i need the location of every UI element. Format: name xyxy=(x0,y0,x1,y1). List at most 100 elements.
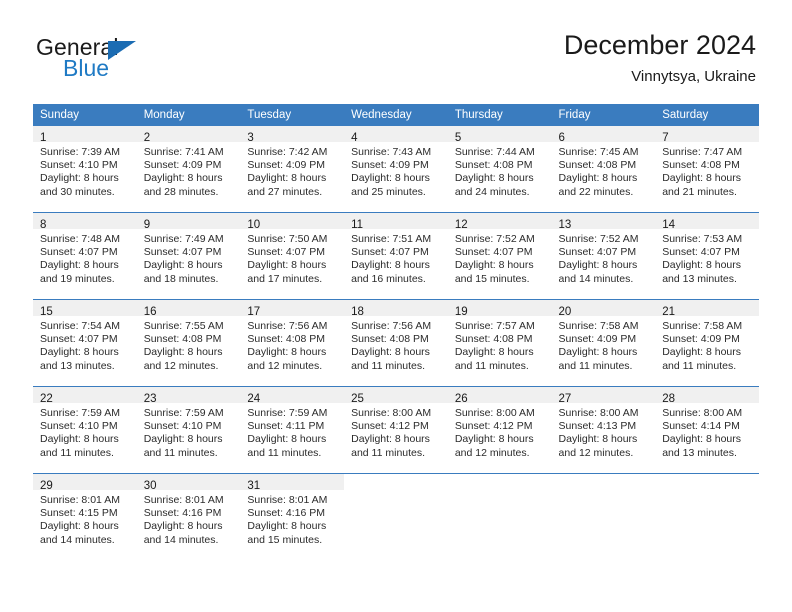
day-cell-details: Sunrise: 7:56 AM Sunset: 4:08 PM Daylight:… xyxy=(240,316,344,373)
sunset-text: Sunset: 4:09 PM xyxy=(351,159,429,172)
sunrise-text: Sunrise: 7:50 AM xyxy=(247,233,328,245)
daylight-text-line1: Daylight: 8 hours xyxy=(40,346,119,359)
sunset-text: Sunset: 4:07 PM xyxy=(351,246,429,259)
calendar-day-cell[interactable]: 22 Sunrise: 7:59 AM Sunset: 4:10 PM Dayligh… xyxy=(33,386,137,474)
day-cell-inner: 9 Sunrise: 7:49 AM Sunset: 4:07 PM Daylight… xyxy=(136,213,241,299)
daylight-text-line2: and 11 minutes. xyxy=(558,359,633,372)
calendar-day-cell[interactable]: 31 Sunrise: 8:01 AM Sunset: 4:16 PM Dayligh… xyxy=(240,473,345,560)
sunrise-text: Sunrise: 8:01 AM xyxy=(247,494,328,506)
daylight-text-line2: and 15 minutes. xyxy=(454,272,530,285)
day-cell-inner: 31 Sunrise: 8:01 AM Sunset: 4:16 PM Dayligh… xyxy=(240,474,345,560)
calendar-day-cell[interactable]: 17 Sunrise: 7:56 AM Sunset: 4:08 PM Dayligh… xyxy=(240,299,345,387)
calendar-day-cell[interactable]: 25 Sunrise: 8:00 AM Sunset: 4:12 PM Dayligh… xyxy=(344,386,448,474)
day-number: 13 xyxy=(558,219,572,231)
calendar-day-cell[interactable]: 2 Sunrise: 7:41 AM Sunset: 4:09 PM Daylight… xyxy=(136,126,241,213)
day-cell-details: Sunrise: 8:00 AM Sunset: 4:14 PM Daylight:… xyxy=(655,403,759,460)
day-cell-details: Sunrise: 7:58 AM Sunset: 4:09 PM Daylight:… xyxy=(655,316,759,373)
daylight-text-line1: Daylight: 8 hours xyxy=(662,259,742,272)
day-cell-details: Sunrise: 7:44 AM Sunset: 4:08 PM Daylight:… xyxy=(448,142,552,199)
brand-logo[interactable]: General Blue xyxy=(36,34,256,90)
day-cell-inner: 12 Sunrise: 7:52 AM Sunset: 4:07 PM Dayligh… xyxy=(447,213,552,299)
calendar-day-cell[interactable]: 9 Sunrise: 7:49 AM Sunset: 4:07 PM Daylight… xyxy=(136,212,241,300)
day-number-band: 1 xyxy=(33,126,137,144)
day-cell-details: Sunrise: 7:59 AM Sunset: 4:11 PM Daylight:… xyxy=(240,403,344,460)
day-number: 1 xyxy=(40,132,47,144)
calendar-day-cell[interactable]: 18 Sunrise: 7:56 AM Sunset: 4:08 PM Dayligh… xyxy=(344,299,448,387)
calendar-day-cell[interactable]: 5 Sunrise: 7:44 AM Sunset: 4:08 PM Daylight… xyxy=(447,126,552,213)
calendar-day-cell[interactable]: 15 Sunrise: 7:54 AM Sunset: 4:07 PM Dayligh… xyxy=(33,299,137,387)
calendar-cell-empty xyxy=(551,473,656,560)
day-number: 26 xyxy=(454,393,468,405)
sunrise-text: Sunrise: 7:58 AM xyxy=(662,320,743,332)
daylight-text-line1: Daylight: 8 hours xyxy=(662,172,742,185)
calendar-week-row: 22 Sunrise: 7:59 AM Sunset: 4:10 PM Dayligh… xyxy=(33,386,759,474)
day-cell-details: Sunrise: 7:47 AM Sunset: 4:08 PM Daylight:… xyxy=(655,142,759,199)
day-cell-details: Sunrise: 7:59 AM Sunset: 4:10 PM Daylight:… xyxy=(137,403,241,460)
day-number-band: 10 xyxy=(240,213,345,231)
daylight-text-line1: Daylight: 8 hours xyxy=(143,259,223,272)
daylight-text-line2: and 12 minutes. xyxy=(247,359,323,372)
day-number-band: 3 xyxy=(240,126,345,144)
day-cell-inner: 10 Sunrise: 7:50 AM Sunset: 4:07 PM Dayligh… xyxy=(240,213,345,299)
calendar-day-cell[interactable]: 29 Sunrise: 8:01 AM Sunset: 4:15 PM Dayligh… xyxy=(33,473,137,560)
daylight-text-line2: and 15 minutes. xyxy=(247,533,323,546)
daylight-text-line1: Daylight: 8 hours xyxy=(247,433,327,446)
sunrise-text: Sunrise: 7:41 AM xyxy=(143,146,224,158)
day-cell-details: Sunrise: 7:59 AM Sunset: 4:10 PM Daylight:… xyxy=(33,403,137,460)
day-cell-inner: 14 Sunrise: 7:53 AM Sunset: 4:07 PM Dayligh… xyxy=(655,213,759,299)
day-cell-details: Sunrise: 7:42 AM Sunset: 4:09 PM Daylight:… xyxy=(240,142,344,199)
day-number-band: 7 xyxy=(655,126,759,144)
day-number: 8 xyxy=(40,219,47,231)
sunrise-text: Sunrise: 7:47 AM xyxy=(662,146,743,158)
day-number-band: 25 xyxy=(344,387,448,405)
day-cell-inner: 15 Sunrise: 7:54 AM Sunset: 4:07 PM Dayligh… xyxy=(33,300,137,386)
triangle-flag-icon xyxy=(108,41,136,60)
calendar-day-cell[interactable]: 19 Sunrise: 7:57 AM Sunset: 4:08 PM Dayligh… xyxy=(447,299,552,387)
page-title: December 2024 xyxy=(563,30,756,60)
calendar-day-cell[interactable]: 12 Sunrise: 7:52 AM Sunset: 4:07 PM Dayligh… xyxy=(447,212,552,300)
day-cell-details: Sunrise: 8:00 AM Sunset: 4:12 PM Daylight:… xyxy=(344,403,448,460)
day-number-band: 18 xyxy=(344,300,448,318)
day-number: 10 xyxy=(247,219,261,231)
daylight-text-line1: Daylight: 8 hours xyxy=(351,259,430,272)
calendar-day-cell[interactable]: 24 Sunrise: 7:59 AM Sunset: 4:11 PM Dayligh… xyxy=(240,386,345,474)
day-cell-inner: 6 Sunrise: 7:45 AM Sunset: 4:08 PM Daylight… xyxy=(551,126,656,212)
calendar-day-cell[interactable]: 30 Sunrise: 8:01 AM Sunset: 4:16 PM Dayligh… xyxy=(136,473,241,560)
calendar-day-cell[interactable]: 27 Sunrise: 8:00 AM Sunset: 4:13 PM Dayligh… xyxy=(551,386,656,474)
calendar-day-cell[interactable]: 10 Sunrise: 7:50 AM Sunset: 4:07 PM Dayligh… xyxy=(240,212,345,300)
calendar-day-cell[interactable]: 3 Sunrise: 7:42 AM Sunset: 4:09 PM Daylight… xyxy=(240,126,345,213)
daylight-text-line1: Daylight: 8 hours xyxy=(558,259,638,272)
day-cell-inner: 3 Sunrise: 7:42 AM Sunset: 4:09 PM Daylight… xyxy=(240,126,345,212)
page-header: General Blue December 2024 Vinnytsya, Uk… xyxy=(0,0,792,100)
sunset-text: Sunset: 4:08 PM xyxy=(143,333,222,346)
sunset-text: Sunset: 4:07 PM xyxy=(40,333,118,346)
day-cell-inner: 20 Sunrise: 7:58 AM Sunset: 4:09 PM Dayligh… xyxy=(551,300,656,386)
calendar-day-cell[interactable]: 28 Sunrise: 8:00 AM Sunset: 4:14 PM Dayligh… xyxy=(655,386,759,474)
calendar-page: General Blue December 2024 Vinnytsya, Uk… xyxy=(0,0,792,612)
sunset-text: Sunset: 4:09 PM xyxy=(662,333,740,346)
calendar-day-cell[interactable]: 4 Sunrise: 7:43 AM Sunset: 4:09 PM Daylight… xyxy=(344,126,448,213)
calendar-day-cell[interactable]: 6 Sunrise: 7:45 AM Sunset: 4:08 PM Daylight… xyxy=(551,126,656,213)
day-number-band: 2 xyxy=(136,126,241,144)
calendar-day-cell[interactable]: 8 Sunrise: 7:48 AM Sunset: 4:07 PM Daylight… xyxy=(33,212,137,300)
calendar-day-cell[interactable]: 23 Sunrise: 7:59 AM Sunset: 4:10 PM Dayligh… xyxy=(136,386,241,474)
day-cell-details: Sunrise: 7:56 AM Sunset: 4:08 PM Daylight:… xyxy=(344,316,448,373)
daylight-text-line1: Daylight: 8 hours xyxy=(454,172,534,185)
day-number: 2 xyxy=(143,132,151,144)
day-number: 29 xyxy=(40,480,53,492)
day-number-band: 13 xyxy=(551,213,656,231)
calendar-day-cell[interactable]: 26 Sunrise: 8:00 AM Sunset: 4:12 PM Dayligh… xyxy=(447,386,552,474)
daylight-text-line2: and 18 minutes. xyxy=(143,272,219,285)
calendar-day-cell[interactable]: 11 Sunrise: 7:51 AM Sunset: 4:07 PM Dayligh… xyxy=(344,212,448,300)
daylight-text-line1: Daylight: 8 hours xyxy=(247,520,327,533)
sunrise-text: Sunrise: 7:42 AM xyxy=(247,146,328,158)
calendar-day-cell[interactable]: 1 Sunrise: 7:39 AM Sunset: 4:10 PM Daylight… xyxy=(33,126,137,213)
calendar-day-cell[interactable]: 14 Sunrise: 7:53 AM Sunset: 4:07 PM Dayligh… xyxy=(655,212,759,300)
calendar-day-cell[interactable]: 13 Sunrise: 7:52 AM Sunset: 4:07 PM Dayligh… xyxy=(551,212,656,300)
calendar-day-cell[interactable]: 21 Sunrise: 7:58 AM Sunset: 4:09 PM Dayligh… xyxy=(655,299,759,387)
sunset-text: Sunset: 4:11 PM xyxy=(247,420,325,433)
sunrise-text: Sunrise: 7:56 AM xyxy=(351,320,432,332)
calendar-day-cell[interactable]: 7 Sunrise: 7:47 AM Sunset: 4:08 PM Daylight… xyxy=(655,126,759,213)
calendar-day-cell[interactable]: 20 Sunrise: 7:58 AM Sunset: 4:09 PM Dayligh… xyxy=(551,299,656,387)
calendar-day-cell[interactable]: 16 Sunrise: 7:55 AM Sunset: 4:08 PM Dayligh… xyxy=(136,299,241,387)
